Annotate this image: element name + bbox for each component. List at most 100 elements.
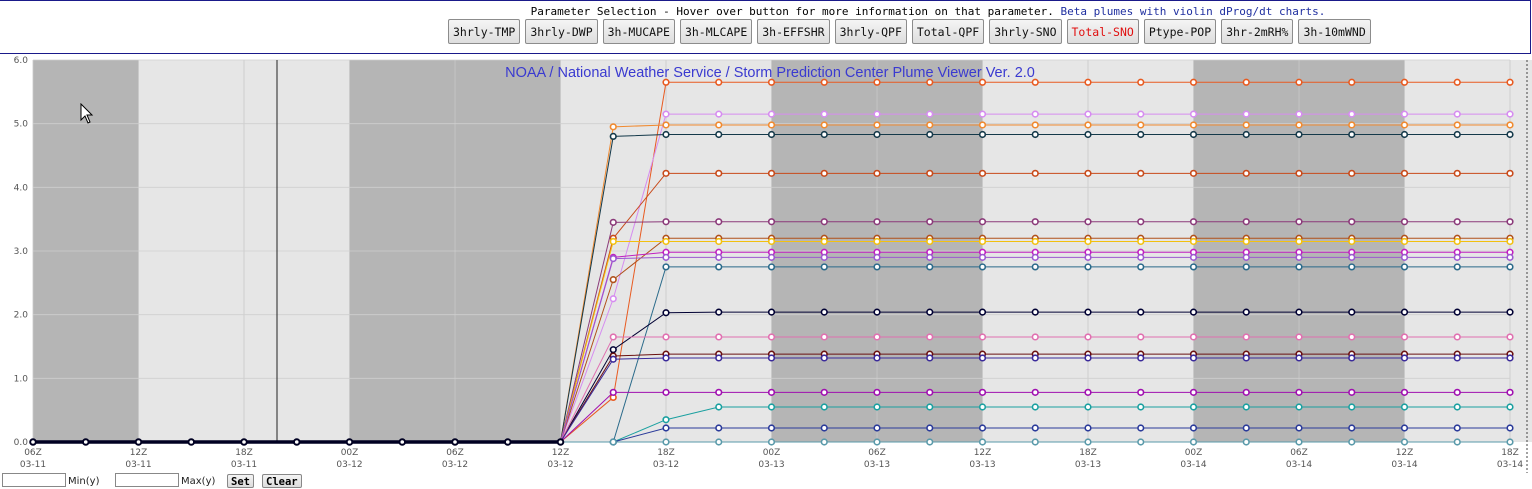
param-button-3h-mucape[interactable]: 3h-MUCAPE [603, 19, 675, 44]
data-point [1085, 425, 1091, 431]
data-point [1191, 111, 1197, 117]
param-button-3hr-2mrh-[interactable]: 3hr-2mRH% [1221, 19, 1293, 44]
data-point [821, 404, 827, 410]
param-button-3hrly-sno[interactable]: 3hrly-SNO [989, 19, 1061, 44]
data-point [663, 425, 669, 431]
data-point [1138, 439, 1144, 445]
param-button-total-sno[interactable]: Total-SNO [1067, 19, 1139, 44]
data-point [1296, 255, 1302, 261]
x-tick-date: 03-13 [864, 460, 890, 470]
data-point [769, 334, 775, 340]
data-point [610, 334, 616, 340]
data-point [980, 355, 986, 361]
data-point [1032, 355, 1038, 361]
data-point [1191, 334, 1197, 340]
x-tick-date: 03-11 [20, 460, 46, 470]
data-point [663, 310, 669, 316]
data-point [1296, 425, 1302, 431]
parameter-caption: Parameter Selection - Hover over button … [0, 5, 1532, 18]
param-button-3hrly-dwp[interactable]: 3hrly-DWP [525, 19, 597, 44]
data-point [821, 132, 827, 138]
param-button-ptype-pop[interactable]: Ptype-POP [1144, 19, 1216, 44]
data-point [1138, 425, 1144, 431]
clear-button[interactable]: Clear [262, 474, 302, 488]
data-point [1402, 309, 1408, 315]
data-point [1138, 171, 1144, 177]
baseline-point [241, 439, 247, 445]
data-point [927, 425, 933, 431]
data-point [1296, 79, 1302, 85]
param-button-3hrly-tmp[interactable]: 3hrly-TMP [448, 19, 520, 44]
x-tick-date: 03-14 [1180, 460, 1206, 470]
baseline-point [294, 439, 300, 445]
data-point [1138, 255, 1144, 261]
param-button-3hrly-qpf[interactable]: 3hrly-QPF [835, 19, 907, 44]
y-tick-label: 4.0 [14, 183, 29, 193]
data-point [927, 404, 933, 410]
data-point [1402, 390, 1408, 396]
param-button-3h-effshr[interactable]: 3h-EFFSHR [757, 19, 829, 44]
baseline-point [30, 439, 36, 445]
data-point [1085, 132, 1091, 138]
data-point [1085, 355, 1091, 361]
data-point [1085, 255, 1091, 261]
data-point [769, 309, 775, 315]
data-point [1032, 111, 1038, 117]
data-point [1349, 309, 1355, 315]
data-point [663, 132, 669, 138]
baseline-point [188, 439, 194, 445]
data-point [1402, 132, 1408, 138]
param-button-3h-10mwnd[interactable]: 3h-10mWND [1298, 19, 1370, 44]
data-point [610, 277, 616, 283]
x-tick-date: 03-14 [1497, 460, 1523, 470]
data-point [769, 425, 775, 431]
data-point [821, 334, 827, 340]
data-point [769, 219, 775, 225]
data-point [1032, 219, 1038, 225]
data-point [1507, 425, 1513, 431]
data-point [1138, 404, 1144, 410]
data-point [1296, 404, 1302, 410]
data-point [769, 264, 775, 270]
data-point [874, 255, 880, 261]
data-point [716, 111, 722, 117]
data-point [980, 79, 986, 85]
data-point [769, 404, 775, 410]
data-point [927, 79, 933, 85]
data-point [1454, 439, 1460, 445]
data-point [1032, 132, 1038, 138]
data-point [1085, 219, 1091, 225]
data-point [663, 111, 669, 117]
data-point [1085, 239, 1091, 245]
data-point [610, 356, 616, 362]
data-point [1454, 334, 1460, 340]
data-point [663, 239, 669, 245]
data-point [1507, 264, 1513, 270]
beta-link[interactable]: Beta plumes with violin dProg/dt charts. [1060, 5, 1325, 18]
data-point [980, 239, 986, 245]
data-point [610, 296, 616, 302]
data-point [1454, 171, 1460, 177]
data-point [1296, 334, 1302, 340]
param-button-3h-mlcape[interactable]: 3h-MLCAPE [680, 19, 752, 44]
data-point [821, 219, 827, 225]
data-point [1032, 309, 1038, 315]
data-point [1402, 219, 1408, 225]
data-point [1349, 111, 1355, 117]
data-point [1349, 264, 1355, 270]
set-button[interactable]: Set [227, 474, 254, 488]
data-point [1296, 171, 1302, 177]
data-point [716, 404, 722, 410]
data-point [1191, 355, 1197, 361]
y-tick-label: 1.0 [14, 374, 29, 384]
data-point [821, 79, 827, 85]
data-point [1032, 255, 1038, 261]
data-point [1032, 425, 1038, 431]
data-point [980, 390, 986, 396]
data-point [980, 219, 986, 225]
data-point [1402, 439, 1408, 445]
param-button-total-qpf[interactable]: Total-QPF [912, 19, 984, 44]
data-point [1243, 334, 1249, 340]
data-point [1349, 390, 1355, 396]
data-point [1085, 111, 1091, 117]
